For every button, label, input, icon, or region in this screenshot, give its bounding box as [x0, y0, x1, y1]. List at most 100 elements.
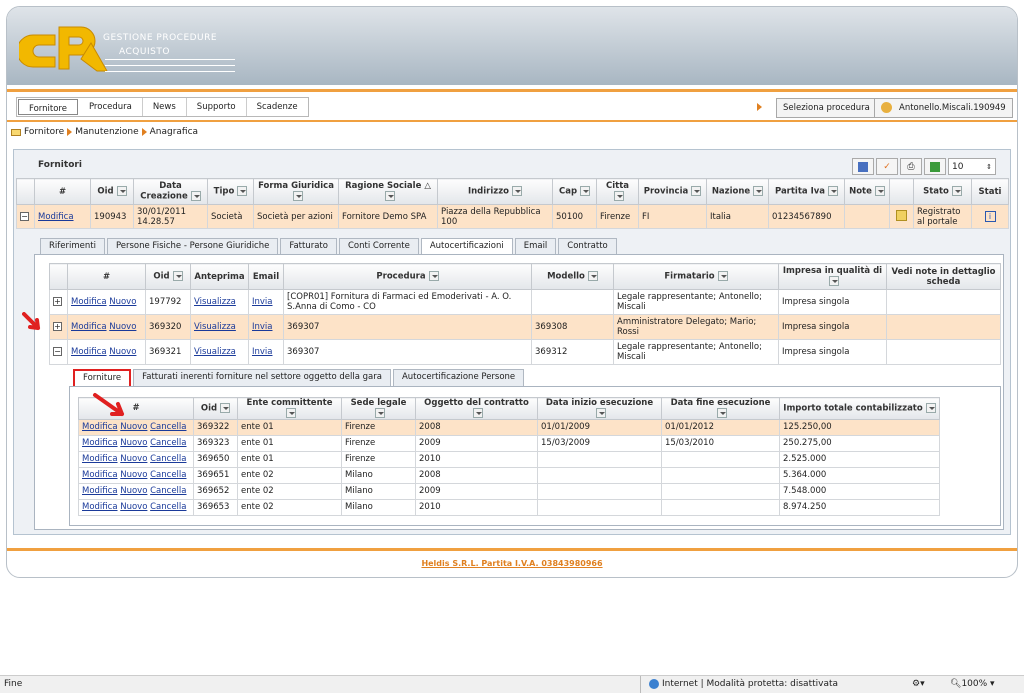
filter-icon[interactable]: [828, 186, 839, 197]
check-icon[interactable]: ✓: [876, 158, 898, 175]
filter-icon[interactable]: [292, 191, 303, 202]
table-row[interactable]: Modifica Nuovo Cancella 369651 ente 02 M…: [78, 466, 940, 484]
collapse-icon[interactable]: −: [53, 347, 62, 356]
filter-icon[interactable]: [428, 271, 439, 282]
tab-contratto[interactable]: Contratto: [558, 238, 617, 254]
nuovo-link[interactable]: Nuovo: [120, 438, 147, 448]
zoom-control[interactable]: 🔍︎100% ▾: [950, 676, 995, 693]
tab-conti-corrente[interactable]: Conti Corrente: [338, 238, 419, 254]
cancella-link[interactable]: Cancella: [150, 454, 186, 464]
nuovo-link[interactable]: Nuovo: [120, 502, 147, 512]
nav-scadenze[interactable]: Scadenze: [247, 98, 308, 116]
visualizza-link[interactable]: Visualizza: [194, 347, 236, 357]
info-icon[interactable]: i: [984, 211, 996, 222]
table-row[interactable]: Modifica Nuovo Cancella 369323 ente 01 F…: [78, 434, 940, 452]
nav-procedura[interactable]: Procedura: [79, 98, 143, 116]
cell-ente: ente 02: [237, 498, 342, 516]
add-note-icon[interactable]: [896, 209, 907, 221]
user-button[interactable]: Antonello.Miscali.190949: [874, 98, 1013, 118]
cancella-link[interactable]: Cancella: [150, 422, 186, 432]
nav-news[interactable]: News: [143, 98, 187, 116]
col-oid: Oid: [97, 186, 114, 197]
nuovo-link[interactable]: Nuovo: [120, 486, 147, 496]
modifica-link[interactable]: Modifica: [82, 438, 118, 448]
modifica-link[interactable]: Modifica: [71, 322, 107, 332]
visualizza-link[interactable]: Visualizza: [194, 322, 236, 332]
filter-icon[interactable]: [951, 186, 962, 197]
filter-icon[interactable]: [384, 191, 395, 202]
filter-icon[interactable]: [829, 276, 839, 287]
cancella-link[interactable]: Cancella: [150, 486, 186, 496]
filter-icon[interactable]: [587, 271, 598, 282]
nuovo-link[interactable]: Nuovo: [120, 470, 147, 480]
filter-icon[interactable]: [473, 408, 483, 418]
table-row[interactable]: Modifica Nuovo Cancella 369650 ente 01 F…: [78, 450, 940, 468]
excel-icon[interactable]: [924, 158, 946, 175]
crumb-manutenzione[interactable]: Manutenzione: [75, 127, 138, 137]
filter-icon[interactable]: [116, 186, 127, 197]
modifica-link[interactable]: Modifica: [82, 470, 118, 480]
invia-link[interactable]: Invia: [252, 347, 273, 357]
cancella-link[interactable]: Cancella: [150, 502, 186, 512]
table-row[interactable]: Modifica Nuovo Cancella 369653 ente 02 M…: [78, 498, 940, 516]
crumb-fornitore[interactable]: Fornitore: [24, 127, 64, 137]
main-nav: Fornitore Procedura News Supporto Scaden…: [16, 97, 309, 117]
table-row[interactable]: − Modifica Nuovo 369321 Visualizza Invia…: [49, 339, 1001, 365]
filter-icon[interactable]: [614, 191, 624, 202]
filter-icon[interactable]: [717, 271, 728, 282]
filter-icon[interactable]: [925, 403, 936, 413]
filter-icon[interactable]: [190, 191, 201, 202]
table-row[interactable]: + Modifica Nuovo 369320 Visualizza Invia…: [49, 314, 1001, 340]
nav-fornitore[interactable]: Fornitore: [18, 99, 78, 115]
visualizza-link[interactable]: Visualizza: [194, 297, 236, 307]
tab-email[interactable]: Email: [514, 238, 557, 254]
nuovo-link[interactable]: Nuovo: [120, 454, 147, 464]
nuovo-link[interactable]: Nuovo: [109, 322, 136, 332]
modifica-link[interactable]: Modifica: [38, 212, 74, 222]
filter-icon[interactable]: [172, 271, 183, 282]
nav-supporto[interactable]: Supporto: [187, 98, 247, 116]
table-row[interactable]: + Modifica Nuovo 197792 Visualizza Invia…: [49, 289, 1001, 315]
invia-link[interactable]: Invia: [252, 322, 273, 332]
footer-link[interactable]: Heldis S.R.L. Partita I.V.A. 03843980966: [7, 559, 1017, 568]
filter-icon[interactable]: [580, 186, 591, 197]
expand-icon[interactable]: +: [53, 322, 62, 331]
print-icon[interactable]: ⎙: [900, 158, 922, 175]
procedure-menu-icon[interactable]: [757, 103, 762, 111]
modifica-link[interactable]: Modifica: [82, 502, 118, 512]
modifica-link[interactable]: Modifica: [71, 297, 107, 307]
export-icon[interactable]: [852, 158, 874, 175]
nuovo-link[interactable]: Nuovo: [120, 422, 147, 432]
cancella-link[interactable]: Cancella: [150, 438, 186, 448]
modifica-link[interactable]: Modifica: [82, 454, 118, 464]
table-row[interactable]: Modifica Nuovo Cancella 369652 ente 02 M…: [78, 482, 940, 500]
filter-icon[interactable]: [874, 186, 885, 197]
modifica-link[interactable]: Modifica: [71, 347, 107, 357]
collapse-icon[interactable]: −: [20, 211, 29, 221]
nuovo-link[interactable]: Nuovo: [109, 297, 136, 307]
tab-riferimenti[interactable]: Riferimenti: [40, 238, 105, 254]
filter-icon[interactable]: [717, 408, 727, 418]
table-row[interactable]: Modifica Nuovo Cancella 369322 ente 01 F…: [78, 418, 940, 436]
modifica-link[interactable]: Modifica: [82, 486, 118, 496]
filter-icon[interactable]: [753, 186, 764, 197]
cancella-link[interactable]: Cancella: [150, 470, 186, 480]
modifica-link[interactable]: Modifica: [82, 422, 118, 432]
select-procedure-button[interactable]: Seleziona procedura: [776, 98, 877, 118]
filter-icon[interactable]: [512, 186, 523, 197]
nuovo-link[interactable]: Nuovo: [109, 347, 136, 357]
tab-persone[interactable]: Persone Fisiche - Persone Giuridiche: [106, 238, 279, 254]
filter-icon[interactable]: [286, 408, 296, 418]
invia-link[interactable]: Invia: [252, 297, 273, 307]
expand-icon[interactable]: +: [53, 297, 62, 306]
filter-icon[interactable]: [220, 403, 231, 413]
tab-autocertificazioni[interactable]: Autocertificazioni: [420, 238, 513, 254]
tab-fatturato[interactable]: Fatturato: [280, 238, 337, 254]
settings-icon[interactable]: ⚙▾: [912, 676, 925, 693]
filter-icon[interactable]: [375, 408, 385, 418]
filter-icon[interactable]: [237, 186, 248, 197]
filter-icon[interactable]: [596, 408, 606, 418]
filter-icon[interactable]: [691, 186, 702, 197]
table-row[interactable]: − Modifica 190943 30/01/2011 14.28.57 So…: [16, 204, 1009, 229]
page-size-stepper[interactable]: 10 ⇕: [948, 158, 996, 175]
